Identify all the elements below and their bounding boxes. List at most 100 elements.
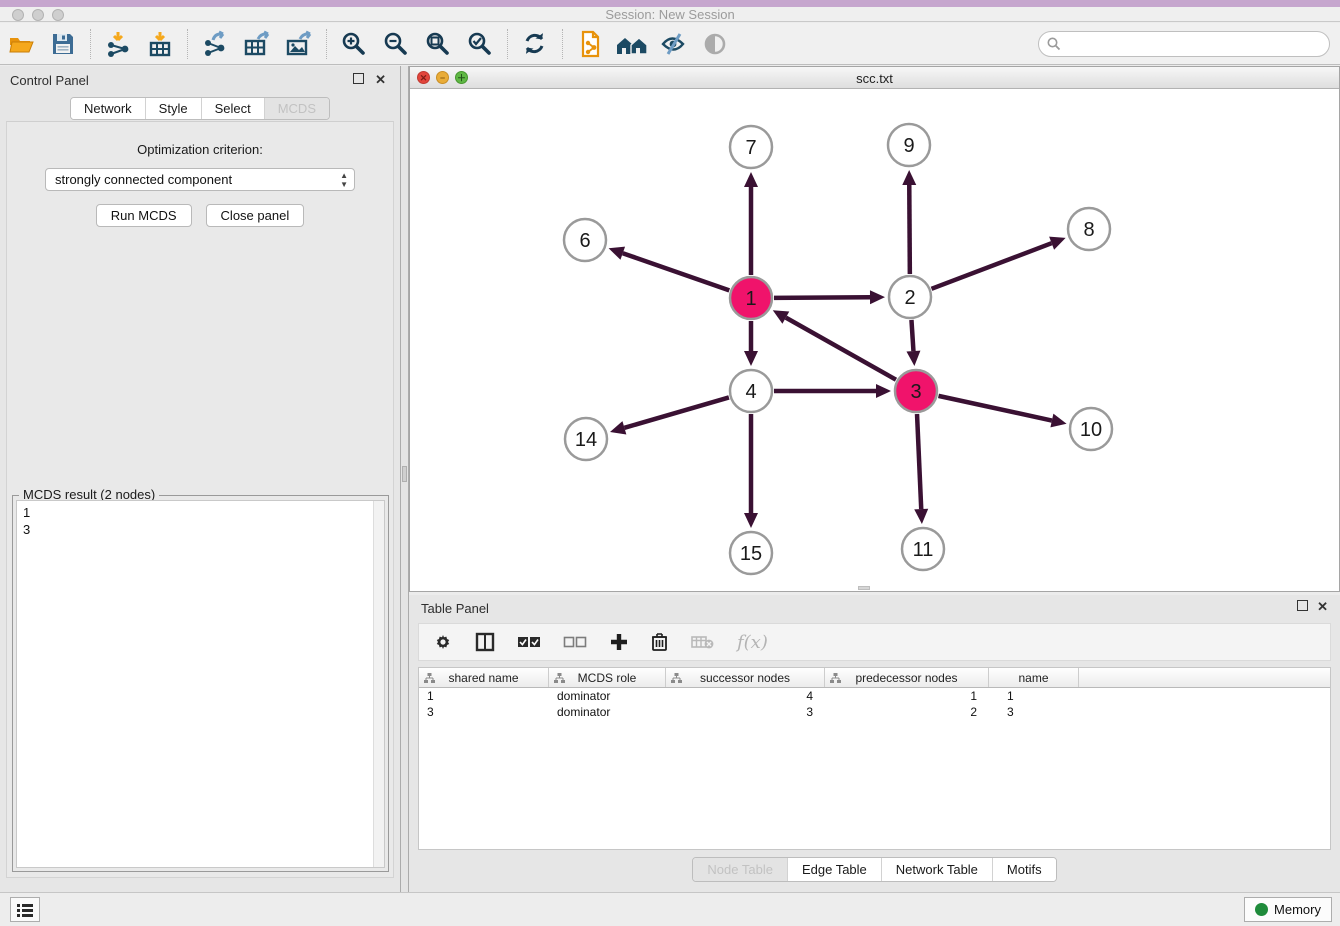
network-window-title-bar[interactable]: ✕ − ＋ scc.txt (410, 67, 1339, 89)
tab-select[interactable]: Select (201, 98, 264, 119)
column-header-MCDS-role[interactable]: MCDS role (549, 668, 666, 687)
unselect-all-columns-icon[interactable] (563, 634, 587, 650)
cell-shared-name[interactable]: 3 (419, 704, 549, 720)
tab-network-table[interactable]: Network Table (881, 858, 992, 881)
column-header-successor-nodes[interactable]: successor nodes (666, 668, 825, 687)
close-panel-icon[interactable]: ✕ (375, 73, 386, 87)
result-scrollbar[interactable] (373, 501, 384, 867)
network-canvas[interactable]: 7968124314101511 (410, 89, 1339, 591)
graph-edge-4-14[interactable] (624, 397, 729, 427)
show-graphics-details-icon[interactable] (657, 27, 691, 61)
graph-node-label: 1 (745, 288, 756, 310)
search-input[interactable] (1038, 31, 1330, 57)
graph-node-label: 2 (904, 287, 915, 309)
control-panel: Control Panel ✕ NetworkStyleSelectMCDS O… (0, 66, 400, 892)
table-row[interactable]: 3dominator323 (419, 704, 1330, 720)
graph-edge-3-10[interactable] (938, 396, 1051, 421)
panel-splitter[interactable] (400, 66, 409, 892)
graph-edge-1-6[interactable] (623, 253, 730, 290)
graph-edge-2-3[interactable] (911, 320, 913, 351)
delete-table-icon[interactable] (691, 634, 715, 650)
graph-node-label: 6 (579, 230, 590, 252)
select-stepper-icon: ▲▼ (340, 171, 348, 189)
save-session-icon[interactable] (46, 27, 80, 61)
cell-MCDS-role[interactable]: dominator (549, 688, 666, 704)
graph-edge-3-11[interactable] (917, 414, 921, 509)
import-network-icon[interactable] (101, 27, 135, 61)
column-header-shared-name[interactable]: shared name (419, 668, 549, 687)
column-header-filler (1079, 668, 1330, 687)
graph-node-label: 9 (903, 135, 914, 157)
task-history-button[interactable] (10, 897, 40, 922)
graph-edge-3-1[interactable] (786, 318, 896, 380)
close-panel-button[interactable]: Close panel (206, 204, 305, 227)
cell-successor-nodes[interactable]: 4 (666, 688, 825, 704)
run-mcds-button[interactable]: Run MCDS (96, 204, 192, 227)
tab-edge-table[interactable]: Edge Table (787, 858, 881, 881)
optimization-criterion-select[interactable]: strongly connected component ▲▼ (45, 168, 355, 191)
table-float-panel-icon[interactable] (1297, 600, 1308, 614)
import-table-icon[interactable] (143, 27, 177, 61)
node-table: shared nameMCDS rolesuccessor nodesprede… (418, 667, 1331, 850)
edge-arrowhead (609, 247, 625, 260)
export-table-icon[interactable] (240, 27, 274, 61)
column-header-predecessor-nodes[interactable]: predecessor nodes (825, 668, 989, 687)
cell-MCDS-role[interactable]: dominator (549, 704, 666, 720)
toolbar-separator (326, 29, 327, 59)
zoom-fit-icon[interactable] (421, 27, 455, 61)
edge-arrowhead (744, 172, 758, 187)
graph-edge-2-8[interactable] (932, 243, 1052, 289)
edge-arrowhead (744, 513, 758, 528)
column-header-name[interactable]: name (989, 668, 1079, 687)
new-network-from-selection-icon[interactable] (573, 27, 607, 61)
graph-node-label: 10 (1080, 419, 1102, 441)
float-panel-icon[interactable] (353, 73, 364, 87)
select-all-columns-icon[interactable] (517, 634, 541, 650)
apply-layout-icon[interactable] (518, 27, 552, 61)
tab-motifs[interactable]: Motifs (992, 858, 1056, 881)
hide-graphics-details-icon[interactable] (699, 27, 733, 61)
table-close-panel-icon[interactable]: ✕ (1317, 600, 1328, 614)
zoom-in-icon[interactable] (337, 27, 371, 61)
app-title-bar: Session: New Session (0, 0, 1340, 22)
graph-edge-1-2[interactable] (774, 297, 870, 298)
first-neighbors-icon[interactable] (615, 27, 649, 61)
cell-name[interactable]: 3 (989, 704, 1079, 720)
function-builder-icon[interactable]: f(x) (737, 632, 768, 653)
mcds-tab-content: Optimization criterion: strongly connect… (6, 121, 394, 878)
graph-edge-2-9[interactable] (909, 185, 910, 274)
memory-button[interactable]: Memory (1244, 897, 1332, 922)
show-columns-icon[interactable] (475, 632, 495, 652)
cell-name[interactable]: 1 (989, 688, 1079, 704)
edge-arrowhead (870, 290, 885, 304)
delete-columns-icon[interactable] (651, 632, 669, 652)
canvas-resize-grip[interactable] (858, 586, 870, 590)
app-window-title: Session: New Session (0, 7, 1340, 22)
zoom-out-icon[interactable] (379, 27, 413, 61)
graph-node-label: 15 (740, 543, 762, 565)
cell-predecessor-nodes[interactable]: 1 (825, 688, 989, 704)
open-session-icon[interactable] (4, 27, 38, 61)
table-row[interactable]: 1dominator411 (419, 688, 1330, 704)
splitter-grip[interactable] (402, 466, 407, 482)
tab-mcds[interactable]: MCDS (264, 98, 329, 119)
tab-network[interactable]: Network (71, 98, 145, 119)
cell-shared-name[interactable]: 1 (419, 688, 549, 704)
export-network-icon[interactable] (198, 27, 232, 61)
create-column-icon[interactable] (609, 632, 629, 652)
tab-style[interactable]: Style (145, 98, 201, 119)
optimization-criterion-label: Optimization criterion: (7, 142, 393, 157)
cell-predecessor-nodes[interactable]: 2 (825, 704, 989, 720)
network-canvas-svg: 7968124314101511 (410, 89, 1339, 591)
control-panel-title: Control Panel (10, 73, 89, 88)
settings-gear-icon[interactable] (433, 632, 453, 652)
graph-node-label: 11 (913, 539, 934, 561)
graph-node-label: 14 (575, 429, 597, 451)
tab-node-table[interactable]: Node Table (693, 858, 787, 881)
zoom-selected-icon[interactable] (463, 27, 497, 61)
edge-arrowhead (1050, 414, 1066, 428)
export-image-icon[interactable] (282, 27, 316, 61)
mcds-result-group: MCDS result (2 nodes) 1 3 (12, 495, 389, 872)
toolbar-separator (562, 29, 563, 59)
cell-successor-nodes[interactable]: 3 (666, 704, 825, 720)
